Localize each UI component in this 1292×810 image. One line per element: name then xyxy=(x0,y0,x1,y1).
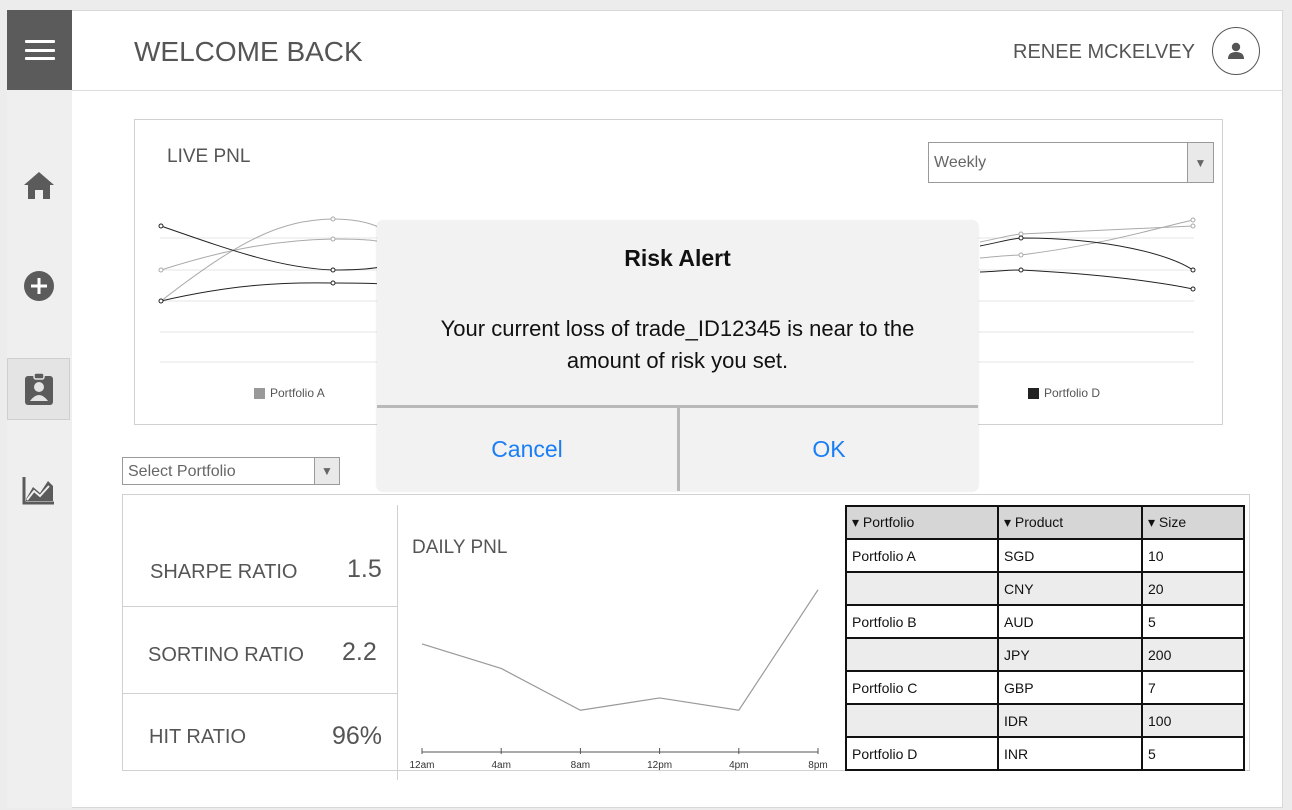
sidebar-item-contacts[interactable] xyxy=(7,358,70,420)
metric-label: HIT RATIO xyxy=(149,726,247,748)
sort-down-icon: ▾ xyxy=(1004,514,1015,530)
portfolio-select[interactable]: Select Portfolio ▼ xyxy=(122,457,340,485)
table-row[interactable]: JPY 200 xyxy=(845,637,1245,672)
cell-size: 20 xyxy=(1141,571,1245,606)
table-row[interactable]: Portfolio C GBP 7 xyxy=(845,670,1245,705)
metric-value: 96% xyxy=(332,722,383,750)
metric-label: SHARPE RATIO xyxy=(150,561,298,583)
user-name: RENEE MCKELVEY xyxy=(1013,41,1195,63)
table-header-row: ▾ Portfolio ▾ Product ▾ Size xyxy=(845,505,1245,540)
add-circle-icon xyxy=(23,271,54,301)
cell-product: JPY xyxy=(997,637,1143,672)
legend-portfolio-d: Portfolio D xyxy=(1028,386,1100,400)
live-pnl-title: LIVE PNL xyxy=(167,146,251,167)
positions-table: ▾ Portfolio ▾ Product ▾ Size Portfolio A… xyxy=(845,505,1245,771)
area-chart-icon xyxy=(22,477,54,505)
cell-product: SGD xyxy=(997,538,1143,573)
daily-pnl-chart: 12am 4am 8am 12pm 4pm 8pm xyxy=(409,589,828,771)
hamburger-menu-icon xyxy=(24,40,55,60)
chevron-down-icon: ▼ xyxy=(1187,143,1213,182)
x-tick-label: 12pm xyxy=(647,760,672,771)
cell-portfolio xyxy=(845,703,999,738)
cell-size: 10 xyxy=(1141,538,1245,573)
table-row[interactable]: CNY 20 xyxy=(845,571,1245,606)
x-tick-label: 12am xyxy=(409,760,434,771)
metric-hit: HIT RATIO 96% xyxy=(122,694,398,770)
table-row[interactable]: Portfolio A SGD 10 xyxy=(845,538,1245,573)
dialog-title: Risk Alert xyxy=(624,245,731,271)
period-select[interactable]: Weekly ▼ xyxy=(928,142,1214,183)
cell-size: 7 xyxy=(1141,670,1245,705)
legend-portfolio-a: Portfolio A xyxy=(254,386,325,400)
cell-portfolio: Portfolio B xyxy=(845,604,999,639)
cell-size: 5 xyxy=(1141,736,1245,771)
portfolio-select-value: Select Portfolio xyxy=(128,463,236,480)
metric-sharpe: SHARPE RATIO 1.5 xyxy=(122,505,398,607)
page-title: WELCOME BACK xyxy=(134,36,363,67)
x-tick-label: 8am xyxy=(571,760,590,771)
risk-alert-dialog: Risk Alert Your current loss of trade_ID… xyxy=(377,221,978,491)
cell-size: 200 xyxy=(1141,637,1245,672)
column-header-size[interactable]: ▾ Size xyxy=(1141,505,1245,540)
cell-product: AUD xyxy=(997,604,1143,639)
header-divider xyxy=(72,90,1283,91)
period-select-value: Weekly xyxy=(934,154,987,171)
sidebar-item-home[interactable] xyxy=(7,154,70,216)
home-icon xyxy=(23,172,54,199)
legend-label: Portfolio D xyxy=(1044,386,1101,400)
legend-swatch xyxy=(254,387,265,399)
cell-portfolio: Portfolio A xyxy=(845,538,999,573)
cell-product: CNY xyxy=(997,571,1143,606)
metric-value: 2.2 xyxy=(342,638,377,666)
sidebar-item-add[interactable] xyxy=(7,255,70,317)
metric-sortino: SORTINO RATIO 2.2 xyxy=(122,607,398,694)
metric-value: 1.5 xyxy=(347,555,382,583)
cancel-button[interactable]: Cancel xyxy=(377,408,677,491)
table-row[interactable]: Portfolio D INR 5 xyxy=(845,736,1245,771)
cell-portfolio: Portfolio C xyxy=(845,670,999,705)
cell-product: IDR xyxy=(997,703,1143,738)
cell-size: 100 xyxy=(1141,703,1245,738)
cell-portfolio: Portfolio D xyxy=(845,736,999,771)
menu-button[interactable] xyxy=(7,10,72,90)
sidebar xyxy=(7,90,72,808)
metric-label: SORTINO RATIO xyxy=(148,644,304,666)
legend-label: Portfolio A xyxy=(270,386,325,400)
clipboard-user-icon xyxy=(24,372,53,405)
cell-portfolio xyxy=(845,571,999,606)
x-tick-label: 8pm xyxy=(808,760,827,771)
chevron-down-icon: ▼ xyxy=(314,458,339,484)
x-tick-label: 4am xyxy=(491,760,510,771)
cell-product: GBP xyxy=(997,670,1143,705)
column-header-portfolio[interactable]: ▾ Portfolio xyxy=(845,505,999,540)
ok-button[interactable]: OK xyxy=(680,408,978,491)
table-row[interactable]: Portfolio B AUD 5 xyxy=(845,604,1245,639)
dialog-message: Your current loss of trade_ID12345 is ne… xyxy=(440,316,915,373)
x-tick-label: 4pm xyxy=(729,760,748,771)
table-row[interactable]: IDR 100 xyxy=(845,703,1245,738)
legend-swatch xyxy=(1028,387,1039,399)
panel-divider xyxy=(397,505,398,780)
sidebar-item-analytics[interactable] xyxy=(7,459,70,521)
daily-pnl-title: DAILY PNL xyxy=(412,537,508,558)
sort-down-icon: ▾ xyxy=(1148,514,1159,530)
sort-down-icon: ▾ xyxy=(852,514,863,530)
cell-product: INR xyxy=(997,736,1143,771)
user-avatar-icon xyxy=(1228,42,1244,59)
series-line xyxy=(421,589,819,711)
cell-portfolio xyxy=(845,637,999,672)
avatar[interactable] xyxy=(1212,27,1260,75)
column-header-product[interactable]: ▾ Product xyxy=(997,505,1143,540)
cell-size: 5 xyxy=(1141,604,1245,639)
